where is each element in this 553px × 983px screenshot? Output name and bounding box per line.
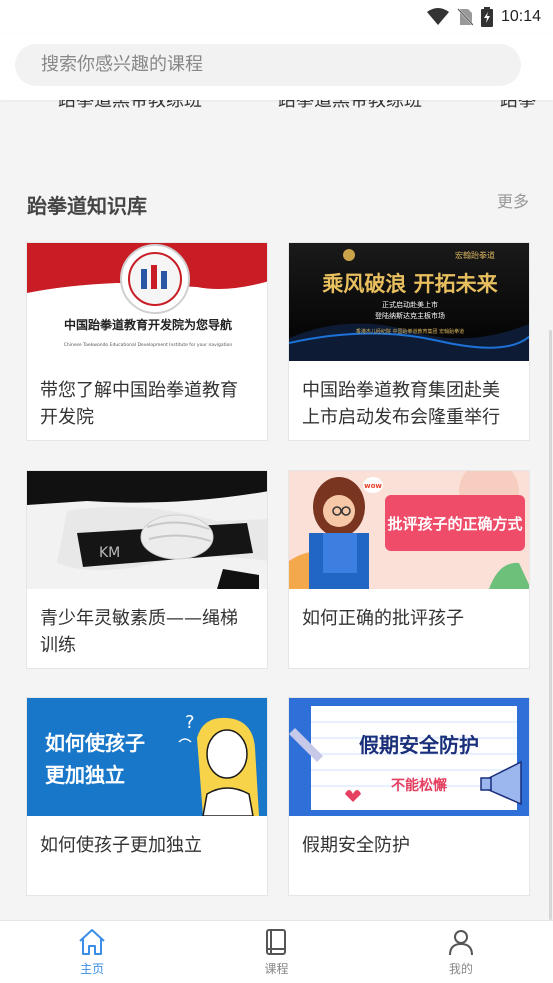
image-text: KM bbox=[99, 545, 120, 561]
nav-profile[interactable]: 我的 bbox=[369, 921, 553, 983]
image-caption: 乘风破浪 开拓未来 bbox=[321, 271, 498, 296]
image-line: 正式启动赴美上市 bbox=[382, 300, 438, 309]
status-time: 10:14 bbox=[500, 8, 541, 25]
nav-label: 主页 bbox=[80, 962, 105, 976]
battery-icon bbox=[480, 7, 493, 27]
article-title: 带您了解中国跆拳道教育开发院 bbox=[40, 380, 238, 428]
article-image: 中国跆拳道教育开发院为您导航 Chinese Taekwondo Educati… bbox=[27, 243, 267, 361]
image-logo: 宏翰跆拳道 bbox=[455, 250, 495, 260]
nav-label: 我的 bbox=[448, 962, 473, 976]
question-icon: ? bbox=[185, 712, 195, 733]
image-caption: 批评孩子的正确方式 bbox=[387, 515, 522, 533]
article-image: 如何使孩子 更加独立 ? bbox=[27, 698, 267, 816]
scrollbar[interactable] bbox=[549, 330, 552, 920]
search-input[interactable]: 搜索你感兴趣的课程 bbox=[15, 44, 521, 86]
article-title: 如何使孩子更加独立 bbox=[40, 835, 202, 856]
article-card[interactable]: 如何使孩子 更加独立 ? 如何使孩子更加独立 bbox=[26, 697, 268, 896]
search-bar: 搜索你感兴趣的课程 bbox=[0, 34, 553, 100]
status-bar: 10:14 bbox=[0, 0, 553, 34]
image-line: 登陆纳斯达克主板市场 bbox=[375, 311, 445, 320]
nav-label: 课程 bbox=[264, 962, 289, 976]
nav-home[interactable]: 主页 bbox=[0, 921, 184, 983]
image-caption: 中国跆拳道教育开发院为您导航 bbox=[64, 317, 232, 332]
section-title: 跆拳道知识库 bbox=[27, 194, 147, 218]
image-bubble: wow bbox=[364, 482, 382, 490]
article-card[interactable]: 假期安全防护 不能松懈 假期安全防护 bbox=[288, 697, 530, 896]
bottom-nav: 主页 课程 我的 bbox=[0, 920, 553, 983]
image-footer: 香港杰儿经纪院 中国跆拳道教育集团 宏翰跆拳道 bbox=[356, 328, 464, 335]
wifi-icon bbox=[426, 8, 449, 25]
article-image: 假期安全防护 不能松懈 bbox=[289, 698, 529, 816]
image-line: 如何使孩子 bbox=[45, 731, 145, 755]
status-icons: 10:14 bbox=[426, 6, 541, 28]
article-image: KM bbox=[27, 471, 267, 589]
article-title: 假期安全防护 bbox=[302, 835, 410, 856]
article-image: 宏翰跆拳道 乘风破浪 开拓未来 正式启动赴美上市 登陆纳斯达克主板市场 香港杰儿… bbox=[289, 243, 529, 361]
image-subcaption: Chinese Taekwondo Educational Developmen… bbox=[64, 342, 233, 348]
user-icon bbox=[448, 930, 473, 956]
article-card[interactable]: 中国跆拳道教育开发院为您导航 Chinese Taekwondo Educati… bbox=[26, 242, 268, 441]
image-line: 假期安全防护 bbox=[359, 733, 479, 757]
image-line: 更加独立 bbox=[45, 763, 125, 787]
article-image: wow 批评孩子的正确方式 bbox=[289, 471, 529, 589]
home-icon bbox=[79, 929, 105, 955]
article-card[interactable]: 宏翰跆拳道 乘风破浪 开拓未来 正式启动赴美上市 登陆纳斯达克主板市场 香港杰儿… bbox=[288, 242, 530, 441]
book-icon bbox=[266, 929, 287, 955]
nav-courses[interactable]: 课程 bbox=[184, 921, 368, 983]
more-link[interactable]: 更多 bbox=[497, 188, 529, 212]
article-title: 中国跆拳道教育集团赴美上市启动发布会隆重举行 bbox=[302, 380, 500, 428]
article-card[interactable]: wow 批评孩子的正确方式 如何正确的批评孩子 bbox=[288, 470, 530, 669]
article-title: 如何正确的批评孩子 bbox=[302, 608, 464, 629]
no-sim-icon bbox=[457, 8, 473, 26]
article-title: 青少年灵敏素质——绳梯训练 bbox=[40, 608, 238, 656]
article-card[interactable]: KM 青少年灵敏素质——绳梯训练 bbox=[26, 470, 268, 669]
image-line: 不能松懈 bbox=[391, 777, 447, 794]
